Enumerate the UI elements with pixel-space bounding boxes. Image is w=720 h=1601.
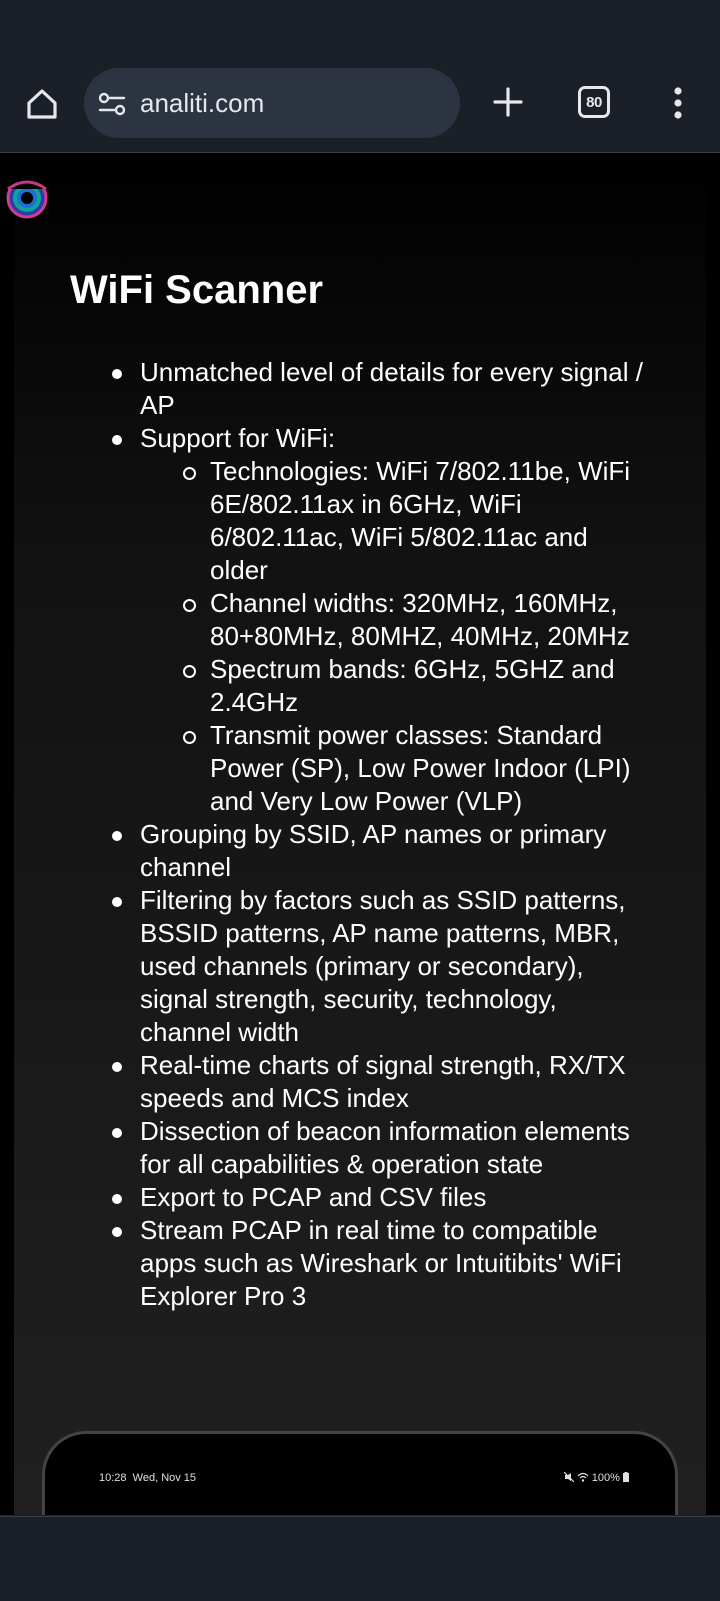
sub-list-item: Transmit power classes: Standard Power (… bbox=[70, 719, 650, 818]
list-item: Stream PCAP in real time to compatible a… bbox=[70, 1214, 650, 1313]
home-icon bbox=[27, 89, 57, 119]
system-navigation-bar bbox=[0, 1516, 720, 1601]
list-item: Export to PCAP and CSV files bbox=[70, 1181, 650, 1214]
tab-count: 80 bbox=[586, 93, 602, 111]
list-item: Filtering by factors such as SSID patter… bbox=[70, 884, 650, 1049]
more-menu-button[interactable] bbox=[662, 84, 694, 122]
sub-list-item: Spectrum bands: 6GHz, 5GHZ and 2.4GHz bbox=[70, 653, 650, 719]
page-title: WiFi Scanner bbox=[70, 268, 324, 312]
feature-list: Unmatched level of details for every sig… bbox=[70, 356, 650, 1313]
address-bar[interactable]: analiti.com bbox=[84, 68, 460, 138]
browser-toolbar: analiti.com 80 bbox=[0, 0, 720, 153]
mute-icon bbox=[563, 1471, 575, 1483]
list-item: Grouping by SSID, AP names or primary ch… bbox=[70, 818, 650, 884]
phone-screenshot-preview: 10:28 Wed, Nov 15 100% bbox=[42, 1431, 678, 1515]
sub-list-item: Channel widths: 320MHz, 160MHz, 80+80MHz… bbox=[70, 587, 650, 653]
phone-date: Wed, Nov 15 bbox=[132, 1472, 197, 1484]
more-menu-icon bbox=[674, 87, 682, 119]
tabs-icon[interactable]: 80 bbox=[578, 86, 610, 118]
wifi-icon bbox=[577, 1472, 589, 1482]
list-item-wifi-support: Support for WiFi: Technologies: WiFi 7/8… bbox=[70, 422, 650, 818]
url-text[interactable]: analiti.com bbox=[140, 87, 264, 119]
page-content: WiFi Scanner Unmatched level of details … bbox=[0, 153, 720, 1515]
wifi-support-sublist: Technologies: WiFi 7/802.11be, WiFi 6E/8… bbox=[70, 455, 650, 818]
list-item: Real-time charts of signal strength, RX/… bbox=[70, 1049, 650, 1115]
site-settings-icon[interactable] bbox=[98, 90, 126, 118]
home-button[interactable] bbox=[18, 80, 66, 128]
phone-status-icons: 100% bbox=[563, 1471, 629, 1484]
phone-time: 10:28 Wed, Nov 15 bbox=[99, 1472, 197, 1484]
battery-percent: 100% bbox=[591, 1472, 620, 1484]
sub-list-item: Technologies: WiFi 7/802.11be, WiFi 6E/8… bbox=[70, 455, 650, 587]
analiti-logo[interactable] bbox=[6, 177, 48, 219]
new-tab-button[interactable] bbox=[486, 80, 530, 124]
list-item-label: Support for WiFi: bbox=[140, 423, 336, 453]
list-item: Dissection of beacon information element… bbox=[70, 1115, 650, 1181]
new-tab-icon bbox=[493, 87, 523, 117]
battery-icon bbox=[623, 1472, 629, 1482]
list-item: Unmatched level of details for every sig… bbox=[70, 356, 650, 422]
